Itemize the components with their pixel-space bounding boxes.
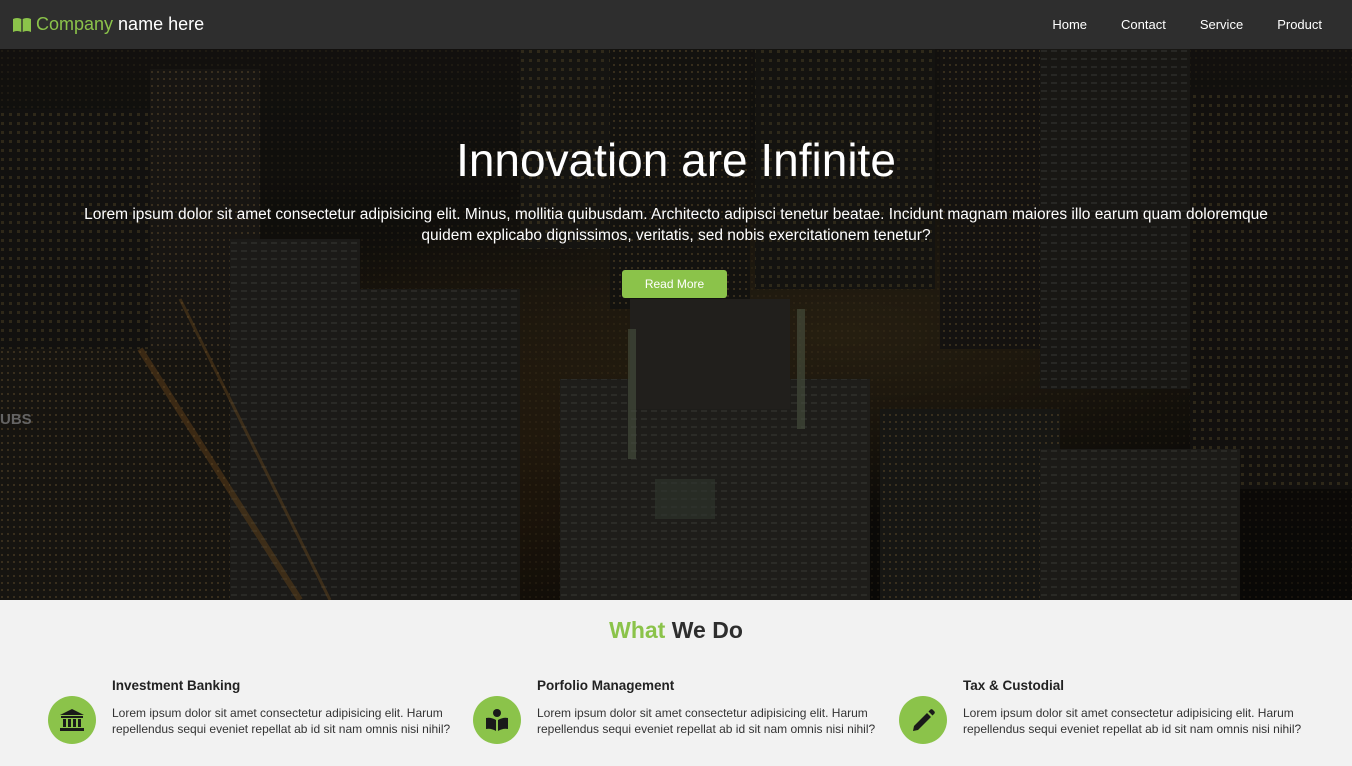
nav-link-home[interactable]: Home	[1052, 17, 1087, 32]
hero: UBS Innovation are Infinite Lorem ipsum …	[0, 49, 1352, 600]
service-icon-circle	[48, 696, 96, 744]
service-title: Investment Banking	[112, 678, 241, 693]
service-title: Porfolio Management	[537, 678, 675, 693]
hero-overlay	[0, 49, 1352, 600]
section-title: What We Do	[0, 617, 1352, 644]
read-more-button[interactable]: Read More	[622, 270, 727, 298]
service-title: Tax & Custodial	[963, 678, 1065, 693]
hero-text: Lorem ipsum dolor sit amet consectetur a…	[84, 206, 1268, 244]
pencil-icon	[913, 709, 935, 731]
service-description: Lorem ipsum dolor sit amet consectetur a…	[537, 706, 876, 736]
brand[interactable]: Company name here	[12, 14, 204, 35]
section-title-accent: What	[609, 617, 666, 643]
navbar: Company name here Home Contact Service P…	[0, 0, 1352, 49]
service-description: Lorem ipsum dolor sit amet consectetur a…	[112, 706, 451, 736]
nav-links: Home Contact Service Product	[1018, 0, 1322, 49]
bank-icon	[60, 709, 84, 731]
brand-name-accent: Company	[36, 14, 114, 34]
nav-link-product[interactable]: Product	[1277, 17, 1322, 32]
hero-title: Innovation are Infinite	[456, 134, 896, 186]
section-title-rest: We Do	[671, 617, 743, 643]
brand-name-rest: name here	[118, 14, 205, 34]
service-description: Lorem ipsum dolor sit amet consectetur a…	[963, 706, 1302, 736]
book-open-icon	[13, 17, 31, 32]
book-reader-icon	[486, 709, 508, 731]
nav-link-contact[interactable]: Contact	[1121, 17, 1166, 32]
nav-link-service[interactable]: Service	[1200, 17, 1243, 32]
service-icon-circle	[473, 696, 521, 744]
service-icon-circle	[899, 696, 947, 744]
